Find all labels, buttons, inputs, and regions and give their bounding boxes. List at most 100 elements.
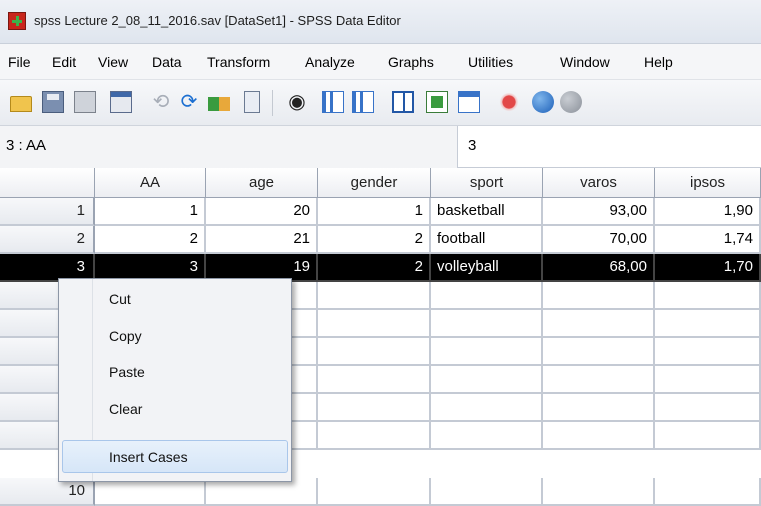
menu-analyze[interactable]: Analyze: [305, 54, 355, 70]
cell-reference-box: [0, 126, 458, 168]
cell-value-input[interactable]: 3: [468, 137, 476, 154]
table-cell[interactable]: basketball: [431, 198, 543, 226]
table-cell[interactable]: 21: [206, 226, 318, 254]
table-cell[interactable]: 93,00: [543, 198, 655, 226]
table-cell[interactable]: [318, 282, 431, 310]
menu-transform[interactable]: Transform: [207, 54, 270, 70]
context-menu: Cut Copy Paste Clear Insert Cases: [58, 278, 292, 482]
table-cell[interactable]: [318, 478, 431, 506]
menu-item-copy[interactable]: Copy: [109, 328, 142, 344]
table-cell[interactable]: football: [431, 226, 543, 254]
menu-item-clear[interactable]: Clear: [109, 401, 142, 417]
column-header-gender[interactable]: gender: [318, 168, 431, 198]
undo-icon[interactable]: ⟲: [150, 91, 172, 113]
goto-case-icon[interactable]: [208, 97, 230, 111]
table-cell[interactable]: [318, 366, 431, 394]
window-title: spss Lecture 2_08_11_2016.sav [DataSet1]…: [34, 13, 401, 28]
insert-variable-icon[interactable]: [352, 91, 374, 113]
table-cell[interactable]: 1: [318, 198, 431, 226]
table-cell[interactable]: [655, 478, 761, 506]
table-cell[interactable]: 1,90: [655, 198, 761, 226]
row-number[interactable]: 10: [0, 478, 95, 506]
table-cell[interactable]: 1,74: [655, 226, 761, 254]
redo-icon[interactable]: ⟳: [178, 91, 200, 113]
table-cell[interactable]: [431, 338, 543, 366]
menu-bar: File Edit View Data Transform Analyze Gr…: [0, 44, 761, 80]
table-cell[interactable]: 2: [318, 254, 431, 282]
column-header-age[interactable]: age: [206, 168, 318, 198]
table-cell[interactable]: [543, 366, 655, 394]
table-cell[interactable]: [543, 478, 655, 506]
menu-graphs[interactable]: Graphs: [388, 54, 434, 70]
table-cell[interactable]: [318, 394, 431, 422]
save-icon[interactable]: [42, 91, 64, 113]
table-cell[interactable]: volleyball: [431, 254, 543, 282]
table-cell[interactable]: [318, 338, 431, 366]
table-cell[interactable]: [318, 310, 431, 338]
table-cell[interactable]: [543, 310, 655, 338]
spss-app-icon[interactable]: [8, 12, 26, 30]
table-cell[interactable]: 2: [318, 226, 431, 254]
table-cell[interactable]: [543, 422, 655, 450]
table-cell[interactable]: [655, 422, 761, 450]
column-header-ipsos[interactable]: ipsos: [655, 168, 761, 198]
table-row: 1 1 20 1 basketball 93,00 1,90: [0, 198, 761, 226]
table-cell[interactable]: [431, 366, 543, 394]
table-cell[interactable]: [431, 478, 543, 506]
menu-window[interactable]: Window: [560, 54, 610, 70]
menu-item-cut[interactable]: Cut: [109, 291, 131, 307]
table-cell[interactable]: [655, 282, 761, 310]
split-file-icon[interactable]: [392, 91, 414, 113]
row-number[interactable]: 1: [0, 198, 95, 226]
value-labels-icon[interactable]: [498, 91, 520, 113]
menu-item-paste[interactable]: Paste: [109, 364, 145, 380]
table-cell[interactable]: [95, 478, 206, 506]
table-cell[interactable]: [206, 478, 318, 506]
menu-data[interactable]: Data: [152, 54, 182, 70]
table-cell[interactable]: [318, 422, 431, 450]
table-cell[interactable]: [655, 310, 761, 338]
table-cell[interactable]: 68,00: [543, 254, 655, 282]
table-cell[interactable]: 20: [206, 198, 318, 226]
table-cell[interactable]: 1,70: [655, 254, 761, 282]
menu-file[interactable]: File: [8, 54, 31, 70]
table-cell[interactable]: [655, 394, 761, 422]
variables-icon[interactable]: [244, 91, 260, 113]
select-cases-icon[interactable]: [458, 91, 480, 113]
menu-item-insert-cases[interactable]: Insert Cases: [109, 449, 188, 465]
table-cell[interactable]: [543, 282, 655, 310]
table-row: 10: [0, 478, 761, 506]
column-header-aa[interactable]: AA: [95, 168, 206, 198]
toolbar: ⟲ ⟳ ◉: [0, 80, 761, 126]
use-sets-icon[interactable]: [532, 91, 554, 113]
row-number[interactable]: 2: [0, 226, 95, 254]
title-bar: spss Lecture 2_08_11_2016.sav [DataSet1]…: [0, 0, 761, 44]
open-icon[interactable]: [10, 96, 32, 112]
table-cell[interactable]: [431, 394, 543, 422]
menu-help[interactable]: Help: [644, 54, 673, 70]
table-cell[interactable]: [655, 366, 761, 394]
table-cell[interactable]: 70,00: [543, 226, 655, 254]
column-header-sport[interactable]: sport: [431, 168, 543, 198]
table-cell[interactable]: [543, 394, 655, 422]
find-icon[interactable]: ◉: [286, 91, 308, 113]
table-cell[interactable]: [431, 282, 543, 310]
table-cell[interactable]: [655, 338, 761, 366]
cell-editor-bar: 3 : AA 3: [0, 126, 761, 168]
table-cell[interactable]: [431, 422, 543, 450]
insert-cases-icon[interactable]: [322, 91, 344, 113]
cell-reference: 3 : AA: [6, 137, 47, 154]
table-cell[interactable]: [431, 310, 543, 338]
menu-utilities[interactable]: Utilities: [468, 54, 513, 70]
table-cell[interactable]: 1: [95, 198, 206, 226]
menu-edit[interactable]: Edit: [52, 54, 76, 70]
corner-header[interactable]: [0, 168, 95, 198]
menu-view[interactable]: View: [98, 54, 128, 70]
column-header-varos[interactable]: varos: [543, 168, 655, 198]
print-icon[interactable]: [74, 91, 96, 113]
weight-cases-icon[interactable]: [426, 91, 448, 113]
table-cell[interactable]: [543, 338, 655, 366]
show-all-icon[interactable]: [560, 91, 582, 113]
dialog-recall-icon[interactable]: [110, 91, 132, 113]
table-cell[interactable]: 2: [95, 226, 206, 254]
